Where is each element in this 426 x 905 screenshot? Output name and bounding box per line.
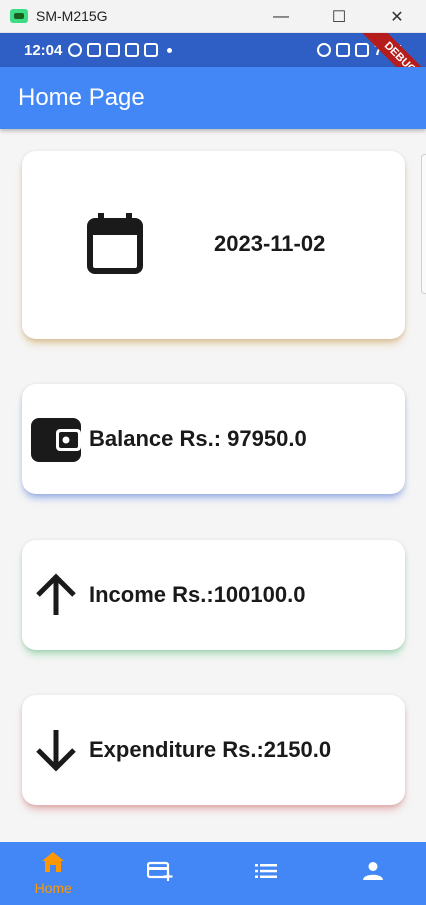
minimize-button[interactable]: — bbox=[252, 0, 310, 33]
nav-profile[interactable] bbox=[320, 842, 426, 905]
expenditure-card[interactable]: Expenditure Rs.:2150.0 bbox=[22, 695, 405, 805]
income-text: Income Rs.:100100.0 bbox=[89, 582, 306, 607]
arrow-down-icon bbox=[30, 724, 82, 776]
android-app-icon bbox=[10, 9, 28, 23]
status-bar: 12:04 75% DEBUG bbox=[0, 33, 426, 67]
linkedin-icon bbox=[87, 43, 102, 57]
person-icon bbox=[362, 861, 383, 886]
more-notifications-icon bbox=[167, 47, 173, 53]
home-content[interactable]: 2023-11-02 Balance Rs.: 97950.0 Income R… bbox=[0, 129, 426, 842]
status-time: 12:04 bbox=[24, 41, 63, 59]
messages-icon bbox=[125, 43, 140, 57]
balance-text: Balance Rs.: 97950.0 bbox=[89, 426, 307, 451]
alarm-icon bbox=[316, 43, 331, 57]
arrow-up-icon bbox=[30, 569, 82, 621]
list-icon bbox=[255, 863, 278, 884]
nav-add-transaction[interactable] bbox=[107, 842, 214, 905]
nav-list[interactable] bbox=[213, 842, 320, 905]
balance-card[interactable]: Balance Rs.: 97950.0 bbox=[22, 384, 405, 494]
volte-icon bbox=[335, 43, 350, 57]
income-card[interactable]: Income Rs.:100100.0 bbox=[22, 540, 405, 650]
window-controls: — ☐ ✕ bbox=[252, 0, 426, 33]
whatsapp-icon bbox=[68, 43, 83, 57]
app-bar: Home Page bbox=[0, 67, 426, 129]
page-title: Home Page bbox=[18, 84, 145, 111]
date-text: 2023-11-02 bbox=[214, 231, 326, 256]
add-card-icon bbox=[146, 860, 173, 887]
wallet-icon bbox=[30, 413, 82, 465]
date-card[interactable]: 2023-11-02 bbox=[22, 151, 405, 339]
calendar-icon bbox=[86, 213, 144, 280]
window-title: SM-M215G bbox=[36, 8, 108, 24]
scrollbar[interactable] bbox=[421, 154, 426, 294]
window-title-bar: SM-M215G — ☐ ✕ bbox=[0, 0, 426, 33]
nav-home-label: Home bbox=[34, 880, 72, 896]
maximize-button[interactable]: ☐ bbox=[310, 0, 368, 33]
signal-icon bbox=[354, 43, 369, 57]
nav-home[interactable]: Home bbox=[0, 842, 107, 905]
gmail-icon bbox=[144, 43, 159, 57]
bottom-navigation: Home bbox=[0, 842, 426, 905]
home-icon bbox=[41, 851, 65, 878]
notification-icons bbox=[68, 43, 173, 57]
paytm-icon bbox=[106, 43, 121, 57]
close-button[interactable]: ✕ bbox=[368, 0, 426, 33]
expenditure-text: Expenditure Rs.:2150.0 bbox=[89, 737, 332, 762]
